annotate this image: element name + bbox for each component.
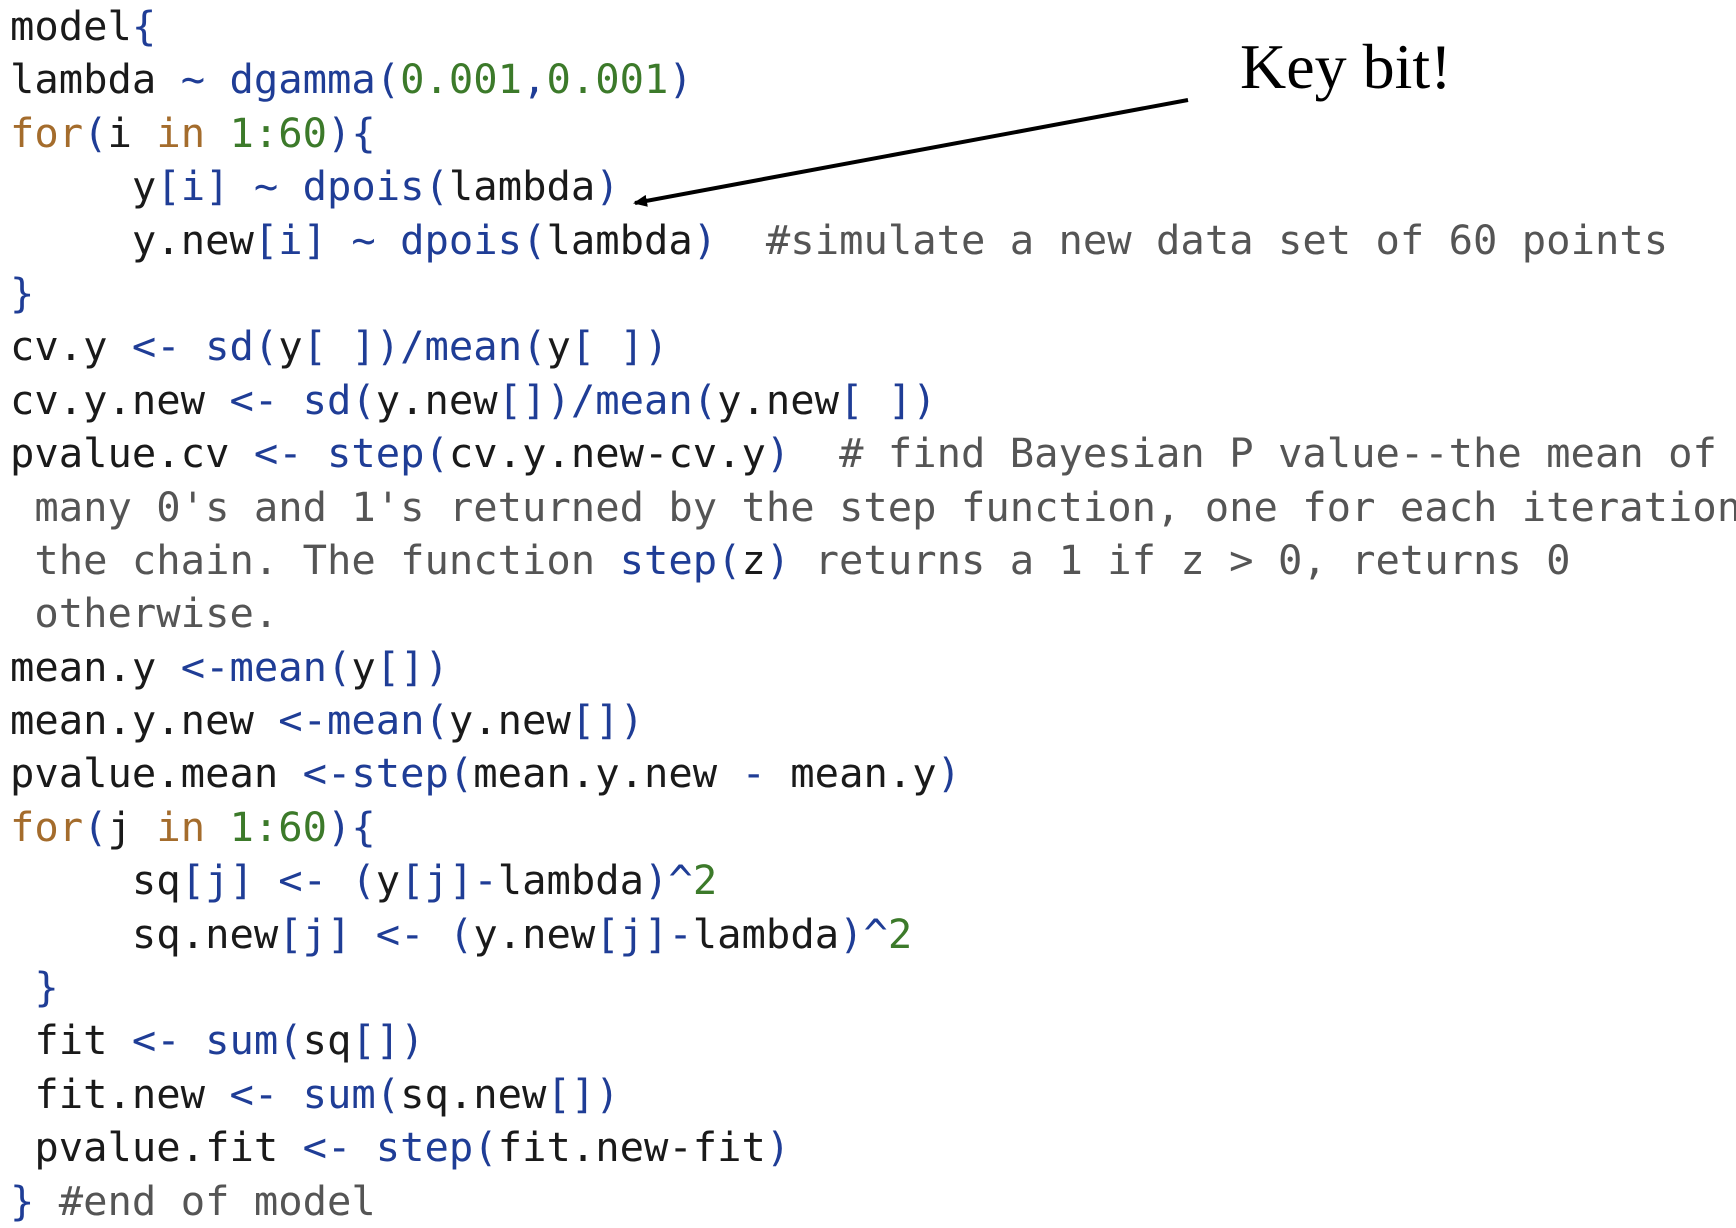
callout-arrow — [633, 98, 1189, 207]
arrow-line — [633, 98, 1189, 207]
